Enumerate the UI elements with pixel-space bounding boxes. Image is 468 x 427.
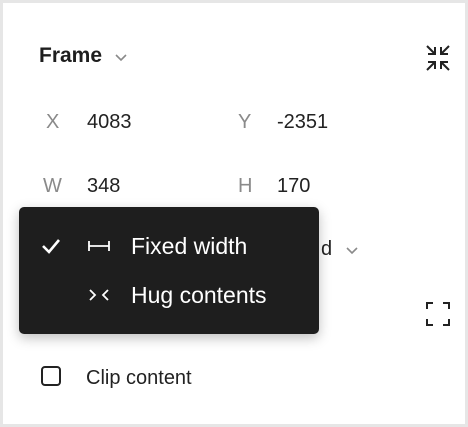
fixed-width-icon [88, 241, 110, 251]
resize-to-fit-icon[interactable] [424, 300, 452, 328]
collapse-icon[interactable] [424, 43, 452, 73]
clip-content-checkbox[interactable] [41, 366, 61, 386]
h-label: H [238, 175, 253, 197]
height-mode-select[interactable]: d [321, 238, 332, 261]
y-label: Y [238, 111, 252, 133]
menu-item-hug-contents[interactable]: Hug contents [19, 271, 319, 319]
y-input[interactable]: -2351 [277, 111, 328, 134]
menu-item-label: Hug contents [131, 282, 267, 308]
w-label: W [43, 175, 62, 197]
x-label: X [46, 111, 60, 133]
w-input[interactable]: 348 [87, 175, 120, 198]
clip-content-label[interactable]: Clip content [86, 367, 192, 390]
chevron-down-icon[interactable] [344, 242, 360, 258]
menu-item-fixed-width[interactable]: Fixed width [19, 222, 319, 270]
hug-contents-icon [89, 289, 109, 301]
section-title[interactable]: Frame [39, 44, 102, 68]
check-icon [42, 239, 60, 254]
chevron-down-icon[interactable] [113, 49, 129, 65]
width-sizing-menu: Fixed width Hug contents [19, 207, 319, 334]
h-input[interactable]: 170 [277, 175, 310, 198]
x-input[interactable]: 4083 [87, 111, 132, 134]
menu-item-label: Fixed width [131, 233, 248, 259]
